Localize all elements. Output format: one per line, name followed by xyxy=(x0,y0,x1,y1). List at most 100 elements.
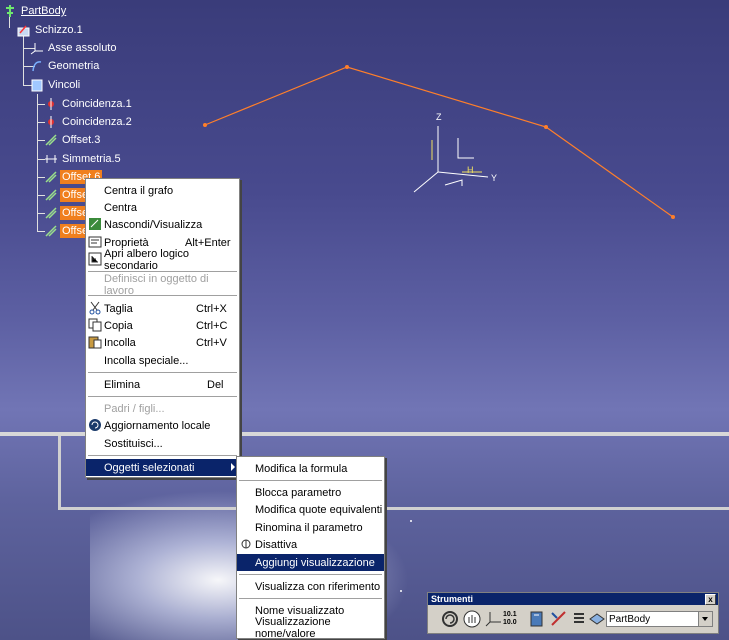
submenu-item-display-with-reference[interactable]: Visualizza con riferimento xyxy=(237,578,384,595)
copy-icon xyxy=(88,318,102,332)
sketch-point xyxy=(203,123,207,127)
submenu-item-edit-formula[interactable]: Modifica la formula xyxy=(237,460,384,477)
menu-item-define-work-object: Definisci in oggetto di lavoro xyxy=(104,272,209,297)
submenu-item-rename-parameter[interactable]: Rinomina il parametro xyxy=(237,519,384,536)
tools-toolbar: Strumenti x 10.1 10.0 PartBody xyxy=(427,592,719,634)
submenu-item-lock-parameter[interactable]: Blocca parametro xyxy=(237,484,384,501)
tree-label: Vincoli xyxy=(48,79,81,91)
sketch-point xyxy=(544,125,548,129)
paste-icon xyxy=(88,335,102,349)
properties-icon xyxy=(88,235,102,249)
context-menu: Centra il grafo Centra Nascondi/Visualiz… xyxy=(85,178,240,478)
tree-node-constraints[interactable]: Vincoli xyxy=(30,77,82,93)
current-body-select[interactable]: PartBody xyxy=(606,611,713,627)
current-body-value: PartBody xyxy=(609,614,651,625)
tree-node-constraint[interactable]: Coincidenza.2 xyxy=(44,114,134,130)
offset-icon xyxy=(44,188,58,202)
tree-node-constraint[interactable]: Simmetria.5 xyxy=(44,151,123,167)
offset-icon xyxy=(44,206,58,220)
menu-separator xyxy=(239,480,382,482)
manipulate-button[interactable] xyxy=(462,609,482,629)
geometry-icon xyxy=(30,59,44,73)
menu-item-replace[interactable]: Sostituisci... xyxy=(86,435,239,452)
scissors-icon xyxy=(88,301,102,315)
tree-node-partbody[interactable]: PartBody xyxy=(3,3,68,19)
body-icon xyxy=(589,613,605,625)
submenu-selected-objects: Modifica la formula Blocca parametro Mod… xyxy=(236,456,385,640)
menu-separator xyxy=(88,396,237,398)
tree-node-constraint[interactable]: Coincidenza.1 xyxy=(44,96,134,112)
menu-separator xyxy=(88,372,237,374)
coincidence-icon xyxy=(44,97,58,111)
submenu-item-add-display[interactable]: Aggiungi visualizzazione xyxy=(237,554,384,571)
offset-icon xyxy=(44,224,58,238)
menu-item-hide-show[interactable]: Nascondi/Visualizza xyxy=(86,216,239,233)
menu-separator xyxy=(239,598,382,600)
tree-node-absolute-axis[interactable]: Asse assoluto xyxy=(30,40,118,56)
axis-system-icon xyxy=(30,41,44,55)
offset-icon xyxy=(44,170,58,184)
axis-system-button[interactable] xyxy=(484,609,504,629)
catalog-icon xyxy=(530,611,543,627)
chevron-down-icon xyxy=(698,612,712,626)
menu-item-cut[interactable]: Taglia Ctrl+X xyxy=(86,300,239,317)
tree-label: Offset.3 xyxy=(62,134,101,146)
update-all-button[interactable] xyxy=(440,609,460,629)
list-icon xyxy=(574,613,584,623)
axis-z-label: Z xyxy=(436,112,442,122)
menu-item-delete[interactable]: Elimina Del xyxy=(86,376,239,393)
tree-label: Simmetria.5 xyxy=(62,153,121,165)
grid-label: 10.1 10.0 xyxy=(503,611,517,626)
submenu-item-display-name-value[interactable]: Visualizzazione nome/valore xyxy=(237,616,384,640)
catalog-button[interactable] xyxy=(527,609,547,629)
menu-item-copy[interactable]: Copia Ctrl+C xyxy=(86,317,239,334)
deactivate-icon xyxy=(239,537,253,551)
tree-node-sketch[interactable]: Schizzo.1 xyxy=(17,22,85,38)
toolbar-title[interactable]: Strumenti x xyxy=(428,593,718,605)
submenu-item-deactivate[interactable]: Disattiva xyxy=(237,536,384,553)
menu-separator xyxy=(88,295,237,297)
hand-icon xyxy=(463,610,481,628)
tree-label: Geometria xyxy=(48,60,100,72)
sketch-point xyxy=(345,65,349,69)
update-icon xyxy=(88,418,102,432)
sketch-profile xyxy=(204,66,674,218)
constraints-icon xyxy=(30,78,44,92)
symmetry-icon xyxy=(44,152,58,166)
menu-item-open-secondary-tree[interactable]: Apri albero logico secondario xyxy=(86,248,239,272)
offset-icon xyxy=(44,133,58,147)
tree-label: PartBody xyxy=(21,5,67,17)
sketch-point xyxy=(671,215,675,219)
tree-icon xyxy=(88,252,102,266)
axis-h-label: H xyxy=(467,165,474,175)
tree-node-geometry[interactable]: Geometria xyxy=(30,58,101,74)
measure-icon xyxy=(551,611,566,626)
menu-item-selected-objects[interactable]: Oggetti selezionati xyxy=(86,459,239,476)
axis-y-label: Y xyxy=(491,173,498,183)
tree-node-constraint[interactable]: Offset.3 xyxy=(44,132,102,148)
tree-label: Schizzo.1 xyxy=(35,24,83,36)
body-button[interactable] xyxy=(587,609,607,629)
partbody-icon xyxy=(3,4,17,18)
menu-separator xyxy=(239,574,382,576)
axis-compass xyxy=(413,126,489,193)
menu-item-center[interactable]: Centra xyxy=(86,199,239,216)
axis-system-icon xyxy=(485,612,501,627)
close-button[interactable]: x xyxy=(705,594,716,605)
menu-item-local-update[interactable]: Aggiornamento locale xyxy=(86,417,239,434)
menu-item-parents-children: Padri / figli... xyxy=(104,402,165,415)
tree-label: Asse assoluto xyxy=(48,42,117,54)
tree-label: Coincidenza.2 xyxy=(62,116,132,128)
update-icon xyxy=(442,611,458,627)
measure-button[interactable] xyxy=(549,609,569,629)
grid-button[interactable]: 10.1 10.0 xyxy=(503,609,525,629)
menu-item-paste-special[interactable]: Incolla speciale... xyxy=(86,352,239,369)
menu-item-center-graph[interactable]: Centra il grafo xyxy=(86,182,239,199)
coincidence-icon xyxy=(44,115,58,129)
hide-show-icon xyxy=(88,217,102,231)
tree-label: Coincidenza.1 xyxy=(62,98,132,110)
submenu-item-edit-equivalent-dims[interactable]: Modifica quote equivalenti xyxy=(237,501,384,518)
toolbar-title-text: Strumenti xyxy=(431,594,474,604)
menu-item-paste[interactable]: Incolla Ctrl+V xyxy=(86,334,239,351)
list-button[interactable] xyxy=(569,609,589,629)
